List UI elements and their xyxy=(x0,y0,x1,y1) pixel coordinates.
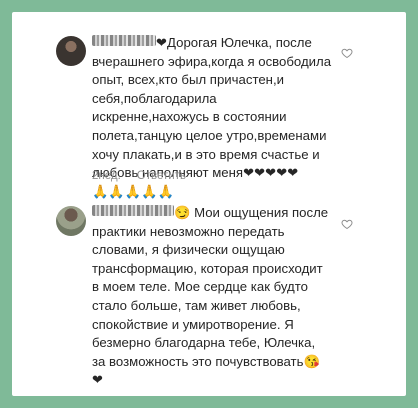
comment-body: 😏 Мои ощущения после практики невозможно… xyxy=(92,204,362,390)
heart-outline-icon[interactable] xyxy=(341,218,353,230)
username[interactable] xyxy=(92,205,174,216)
comment-time: 2нед. xyxy=(92,170,121,182)
avatar[interactable] xyxy=(56,206,86,236)
comment-meta: 2нед. Ответить xyxy=(92,170,186,182)
heart-outline-icon[interactable] xyxy=(341,47,353,59)
username[interactable] xyxy=(92,35,156,46)
comments-card: ❤Дорогая Юлечка, после вчерашнего эфира,… xyxy=(12,12,406,396)
reply-button[interactable]: Ответить xyxy=(137,170,186,182)
comment-text: 😏 Мои ощущения после практики невозможно… xyxy=(92,205,329,388)
avatar[interactable] xyxy=(56,36,86,66)
